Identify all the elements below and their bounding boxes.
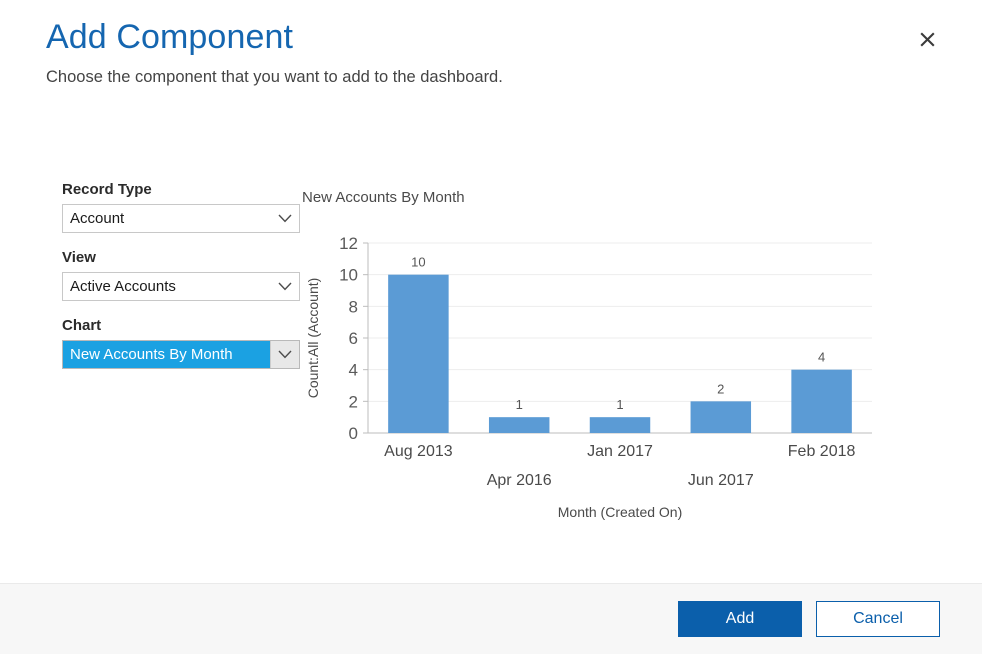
close-button[interactable] [914,26,940,52]
field-view: View Active Accounts [62,248,300,301]
y-tick-label: 0 [349,424,358,443]
y-tick-label: 4 [349,361,358,380]
x-tick-label: Jun 2017 [688,472,754,489]
y-tick-label: 8 [349,297,358,316]
record-type-select[interactable]: Account [62,204,300,233]
x-tick-label: Jan 2017 [587,443,653,460]
view-select[interactable]: Active Accounts [62,272,300,301]
y-tick-label: 2 [349,392,358,411]
x-axis-title: Month (Created On) [558,504,683,520]
y-tick-label: 10 [339,266,358,285]
chevron-down-icon [271,273,299,300]
bar [388,275,448,433]
y-tick-label: 12 [339,234,358,253]
x-tick-label: Aug 2013 [384,443,453,460]
dialog-footer: Add Cancel [0,583,982,654]
bar [489,417,549,433]
bar [691,401,751,433]
field-record-type: Record Type Account [62,180,300,233]
add-button[interactable]: Add [678,601,802,637]
bar-chart-svg: 024681012Count:All (Account)10Aug 20131A… [300,225,880,530]
component-form: Record Type Account View Active Accounts [0,180,300,583]
bar-value-label: 4 [818,350,825,365]
dialog-body: Record Type Account View Active Accounts [0,88,982,583]
bar-value-label: 1 [516,397,523,412]
close-icon [919,31,936,48]
chevron-down-icon [270,341,299,368]
chart-title: New Accounts By Month [302,188,465,207]
add-component-dialog: Add Component Choose the component that … [0,0,982,654]
dialog-subtitle: Choose the component that you want to ad… [46,66,936,88]
chart-label: Chart [62,316,300,335]
x-tick-label: Apr 2016 [487,472,552,489]
chevron-down-icon [271,205,299,232]
page-title: Add Component [46,16,936,58]
view-label: View [62,248,300,267]
bar [791,370,851,433]
bar-value-label: 10 [411,255,425,270]
dialog-header: Add Component Choose the component that … [0,0,982,88]
bar-value-label: 2 [717,381,724,396]
cancel-button[interactable]: Cancel [816,601,940,637]
x-tick-label: Feb 2018 [788,443,856,460]
record-type-label: Record Type [62,180,300,199]
bar [590,417,650,433]
chart-canvas: 024681012Count:All (Account)10Aug 20131A… [300,225,880,530]
chart-select[interactable]: New Accounts By Month [62,340,300,369]
y-tick-label: 6 [349,329,358,348]
chart-preview: New Accounts By Month 024681012Count:All… [300,180,982,583]
chart-value: New Accounts By Month [63,341,270,368]
y-axis-title: Count:All (Account) [305,278,321,399]
record-type-value: Account [63,205,271,232]
view-value: Active Accounts [63,273,271,300]
bar-value-label: 1 [616,397,623,412]
field-chart: Chart New Accounts By Month [62,316,300,369]
